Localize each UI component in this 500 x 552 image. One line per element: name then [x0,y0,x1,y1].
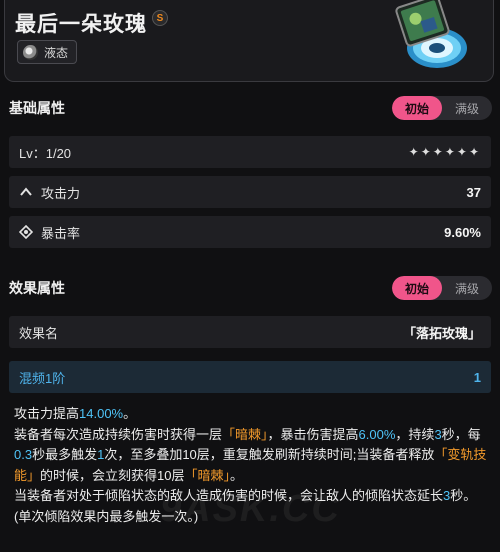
basic-level-toggle: 初始 满级 [392,96,492,120]
effect-tab-max[interactable]: 满级 [442,276,492,300]
effect-name-value: 「落拓玫瑰」 [402,325,481,341]
stat-label-crit-rate: 暴击率 [41,225,81,241]
basic-tab-max[interactable]: 满级 [442,96,492,120]
stat-row-attack: 攻击力 37 [9,176,491,208]
attribute-label: 液态 [44,45,69,60]
description-line-2: 装备者每次造成持续伤害时获得一层「暗棘」，暴击伤害提高6.00%，持续3秒，每0… [14,426,487,483]
crit-rate-icon [19,225,33,239]
rank-badge: S [152,10,168,26]
effect-tier-value: 1 [473,369,481,385]
effect-level-toggle: 初始 满级 [392,276,492,300]
effect-attributes-header: 效果属性 初始 满级 [0,270,500,306]
stat-label-attack: 攻击力 [41,185,81,201]
stat-row-crit-rate: 暴击率 9.60% [9,216,491,248]
effect-description: 攻击力提高14.00%。 装备者每次造成持续伤害时获得一层「暗棘」，暴击伤害提高… [14,404,492,527]
effect-name-label: 效果名 [19,325,59,341]
basic-tab-initial[interactable]: 初始 [392,96,442,120]
basic-attributes-title: 基础属性 [9,100,65,116]
description-line-1: 攻击力提高14.00%。 [14,406,137,421]
level-label: Lv：1/20 [19,145,72,161]
effect-tier-row[interactable]: 混频1阶 1 [9,361,491,393]
stat-value-attack: 37 [466,184,481,200]
description-line-3: 当装备者对处于倾陷状态的敌人造成伤害的时候，会让敌人的倾陷状态延长3秒。(单次倾… [14,488,477,524]
item-title: 最后一朵玫瑰 [15,13,147,36]
stat-value-crit-rate: 9.60% [444,224,481,240]
disc-header-card: 最后一朵玫瑰 S 液态 [4,0,494,82]
effect-tier-label: 混频1阶 [19,370,66,386]
attribute-liquid-icon [23,44,38,60]
basic-attributes-header: 基础属性 初始 满级 [0,90,500,126]
effect-tab-initial[interactable]: 初始 [392,276,442,300]
attribute-tag: 液态 [17,40,78,64]
effect-name-row: 效果名 「落拓玫瑰」 [9,316,491,348]
level-row: Lv：1/20 ✦✦✦✦✦✦ [9,136,491,168]
attack-icon [20,187,32,196]
disc-artwork [395,0,467,68]
effect-attributes-title: 效果属性 [9,280,65,296]
star-rating: ✦✦✦✦✦✦ [408,145,481,159]
